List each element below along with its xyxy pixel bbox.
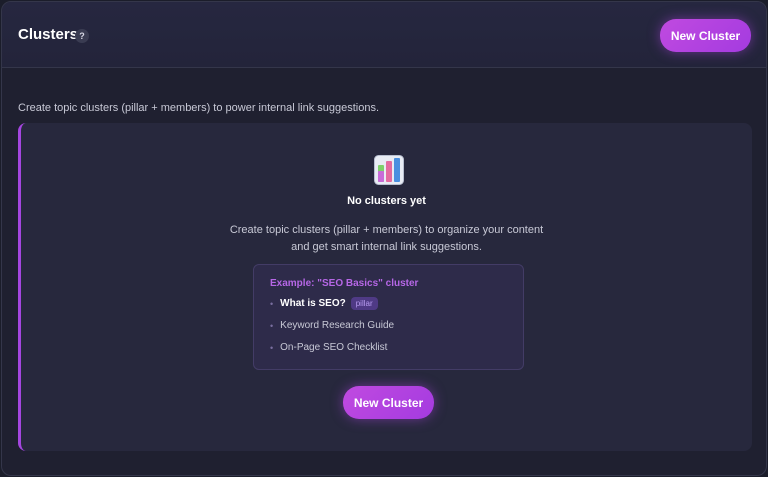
empty-state-title: No clusters yet <box>347 195 426 207</box>
page-title: Clusters <box>18 26 79 43</box>
example-item: • On-Page SEO Checklist <box>270 342 387 353</box>
empty-state-new-cluster-button[interactable]: New Cluster <box>343 386 434 419</box>
empty-state-text: Create topic clusters (pillar + members)… <box>21 222 752 256</box>
bullet-icon: • <box>270 342 274 353</box>
page-description: Create topic clusters (pillar + members)… <box>18 102 380 114</box>
example-item: • Keyword Research Guide <box>270 320 394 331</box>
example-cluster-box: Example: "SEO Basics" cluster • What is … <box>253 264 524 370</box>
new-cluster-button[interactable]: New Cluster <box>660 19 751 52</box>
example-item-label: What is SEO? <box>280 298 346 309</box>
empty-state-text-line1: Create topic clusters (pillar + members)… <box>229 224 544 236</box>
empty-state-text-line2: and get smart internal link suggestions. <box>291 241 482 253</box>
example-title: Example: "SEO Basics" cluster <box>270 278 419 289</box>
clusters-panel: Clusters ? New Cluster Create topic clus… <box>1 1 767 476</box>
bullet-icon: • <box>270 320 274 331</box>
pillar-badge: pillar <box>350 297 378 310</box>
help-icon[interactable]: ? <box>75 29 89 43</box>
example-item-pillar: • What is SEO? pillar <box>270 297 378 310</box>
example-item-label: Keyword Research Guide <box>280 320 395 331</box>
empty-state-card: No clusters yet Create topic clusters (p… <box>18 123 752 451</box>
bullet-icon: • <box>270 298 274 309</box>
bar-chart-icon <box>374 155 404 185</box>
panel-header: Clusters ? New Cluster <box>2 2 766 68</box>
example-item-label: On-Page SEO Checklist <box>280 342 388 353</box>
